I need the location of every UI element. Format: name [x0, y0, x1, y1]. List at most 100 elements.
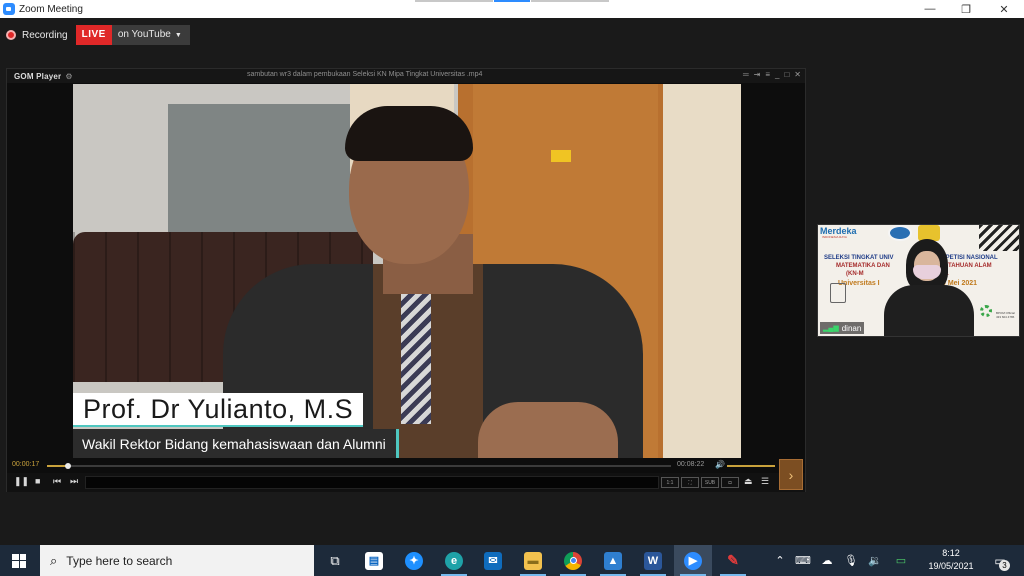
tray-volume[interactable]: 🔉	[864, 545, 886, 576]
meet-now-icon: ⌨	[795, 555, 811, 567]
taskbar-safari[interactable]: ✦	[395, 545, 433, 576]
tray-onedrive[interactable]: ☁	[816, 545, 838, 576]
seek-track[interactable]	[47, 463, 671, 469]
title-drag-segment-active	[494, 0, 530, 2]
previous-button[interactable]: ⏮	[53, 476, 61, 487]
close-icon: ✕	[999, 3, 1009, 16]
taskbar-word[interactable]: W	[634, 545, 672, 576]
minimize-button[interactable]: —	[912, 0, 948, 18]
word-icon: W	[644, 551, 662, 570]
aspect-ratio-button[interactable]: 1:1	[661, 477, 679, 488]
windows-logo-icon	[12, 553, 26, 568]
restore-button[interactable]: ❐	[948, 0, 984, 18]
paint-icon: ✎	[727, 552, 739, 568]
gom-close-icon[interactable]: ✕	[794, 70, 801, 79]
backdrop-contact: BPOM Official 433 604 4786	[996, 311, 1015, 319]
gear-icon[interactable]: ⚙	[65, 72, 72, 81]
next-file-button[interactable]: ›	[779, 459, 803, 490]
taskbar-clock[interactable]: 8:12 19/05/2021	[920, 547, 982, 573]
gom-window-controls: ═ ⇥ ≡ _ □ ✕	[743, 70, 801, 79]
stop-icon: ■	[35, 476, 41, 486]
close-button[interactable]: ✕	[986, 0, 1022, 18]
volume-icon[interactable]: 🔊	[715, 460, 725, 469]
speaker-role-caption: Wakil Rektor Bidang kemahasiswaan dan Al…	[73, 429, 399, 458]
subtitle-button[interactable]: SUB	[701, 477, 719, 488]
seek-handle[interactable]	[65, 463, 72, 469]
windows-taskbar: ⌕ Type here to search ⧉ ▤ ✦ e ✉ ▬ ▲ W ▶ …	[0, 545, 1024, 576]
video-frame: Prof. Dr Yulianto, M.S Wakil Rektor Bida…	[73, 84, 741, 458]
taskbar-file-explorer[interactable]: ▬	[514, 545, 552, 576]
playlist-button[interactable]: ☰	[761, 476, 769, 487]
backdrop-stripes	[979, 225, 1019, 251]
backdrop-badge-icon	[980, 305, 992, 317]
taskbar-search-box[interactable]: ⌕ Type here to search	[40, 545, 314, 576]
pause-button[interactable]: ❚❚	[14, 476, 29, 487]
participant-name-tag: ▂▄▆ dinan	[820, 322, 865, 334]
live-stream-dropdown[interactable]: on YouTube ▼	[111, 25, 190, 45]
fullscreen-button[interactable]: ⛶	[681, 477, 699, 488]
chevron-down-icon: ▼	[174, 32, 182, 39]
participant-video-tile[interactable]: Merdeka INDONESIA RAYA SELEKSI TINGKAT U…	[817, 224, 1020, 337]
gom-minimode-icon[interactable]: ═	[743, 70, 749, 79]
action-center-button[interactable]: ▭ 3	[986, 545, 1014, 576]
gom-titlebar: GOM Player ⚙ sambutan wr3 dalam pembukaa…	[7, 69, 805, 83]
video-bg-sticky-note	[551, 150, 571, 162]
taskbar-task-view[interactable]: ⧉	[316, 545, 354, 576]
skip-forward-icon: ⏭	[70, 476, 79, 486]
microphone-icon: 🎙	[844, 555, 858, 567]
taskbar-mail[interactable]: ✉	[474, 545, 512, 576]
microscope-icon	[830, 283, 846, 303]
open-file-button[interactable]: ⏏	[744, 476, 753, 487]
next-button[interactable]: ⏭	[70, 476, 78, 487]
speaker-hair	[345, 106, 473, 161]
cloud-icon: ☁	[821, 555, 833, 567]
participant-mask	[913, 265, 941, 279]
signal-strength-icon: ▂▄▆	[823, 325, 839, 332]
gom-logo[interactable]: GOM Player	[14, 72, 61, 81]
video-bg-curtain-right	[663, 84, 741, 458]
backdrop-logo-sub: INDONESIA RAYA	[822, 235, 847, 239]
gom-seekbar-row: 00:00:17 00:08:22 🔊	[7, 460, 805, 471]
search-icon: ⌕	[50, 552, 58, 568]
gom-maximize-icon[interactable]: □	[784, 70, 789, 79]
backdrop-line-3a: (KN-M	[846, 271, 864, 277]
window-titlebar: Zoom Meeting — ❐ ✕	[0, 0, 1024, 18]
speaker-hand	[478, 402, 618, 458]
taskbar-microsoft-store[interactable]: ▤	[355, 545, 393, 576]
current-time: 00:00:17	[12, 461, 40, 468]
tray-meet-now[interactable]: ⌨	[792, 545, 814, 576]
clock-date: 19/05/2021	[928, 561, 974, 571]
task-view-icon: ⧉	[330, 552, 340, 568]
tray-show-hidden[interactable]: ⌃	[770, 545, 790, 576]
taskbar-paint[interactable]: ✎	[714, 545, 752, 576]
live-badge[interactable]: LIVE	[75, 25, 112, 45]
eject-icon: ⏏	[744, 476, 753, 486]
meeting-area: Recording LIVE on YouTube ▼ GOM Player ⚙ …	[0, 18, 1024, 545]
tray-battery[interactable]: ▭	[888, 545, 914, 576]
compass-icon: ✦	[405, 551, 423, 570]
taskbar-chrome[interactable]	[554, 545, 592, 576]
taskbar-edge[interactable]: e	[435, 545, 473, 576]
edge-icon: e	[445, 551, 463, 570]
stop-button[interactable]: ■	[35, 476, 40, 486]
tray-microphone[interactable]: 🎙	[840, 545, 862, 576]
gom-menu-icon[interactable]: ≡	[765, 70, 770, 79]
recording-bar: Recording LIVE on YouTube ▼	[6, 25, 190, 45]
volume-slider[interactable]	[727, 465, 775, 467]
title-drag-segment	[531, 0, 609, 2]
zoom-app-icon	[3, 3, 15, 15]
speaker-name-caption: Prof. Dr Yulianto, M.S	[73, 393, 364, 427]
minimize-icon: —	[924, 3, 936, 15]
shared-screen-gom-player: GOM Player ⚙ sambutan wr3 dalam pembukaa…	[6, 68, 806, 492]
gom-minimize-icon[interactable]: _	[775, 70, 779, 79]
capture-button[interactable]: ◘	[721, 477, 739, 488]
taskbar-zoom[interactable]: ▶	[674, 545, 712, 576]
gom-pin-icon[interactable]: ⇥	[754, 70, 761, 79]
zoom-icon: ▶	[684, 551, 702, 570]
battery-icon: ▭	[895, 555, 907, 567]
taskbar-photos[interactable]: ▲	[594, 545, 632, 576]
participant-body	[884, 285, 974, 336]
gom-control-bar: ❚❚ ■ ⏮ ⏭ 1:1 ⛶ SUB ◘ ⏏ ☰ ›	[7, 459, 805, 492]
participant-name: dinan	[841, 323, 862, 333]
start-button[interactable]	[0, 545, 38, 576]
